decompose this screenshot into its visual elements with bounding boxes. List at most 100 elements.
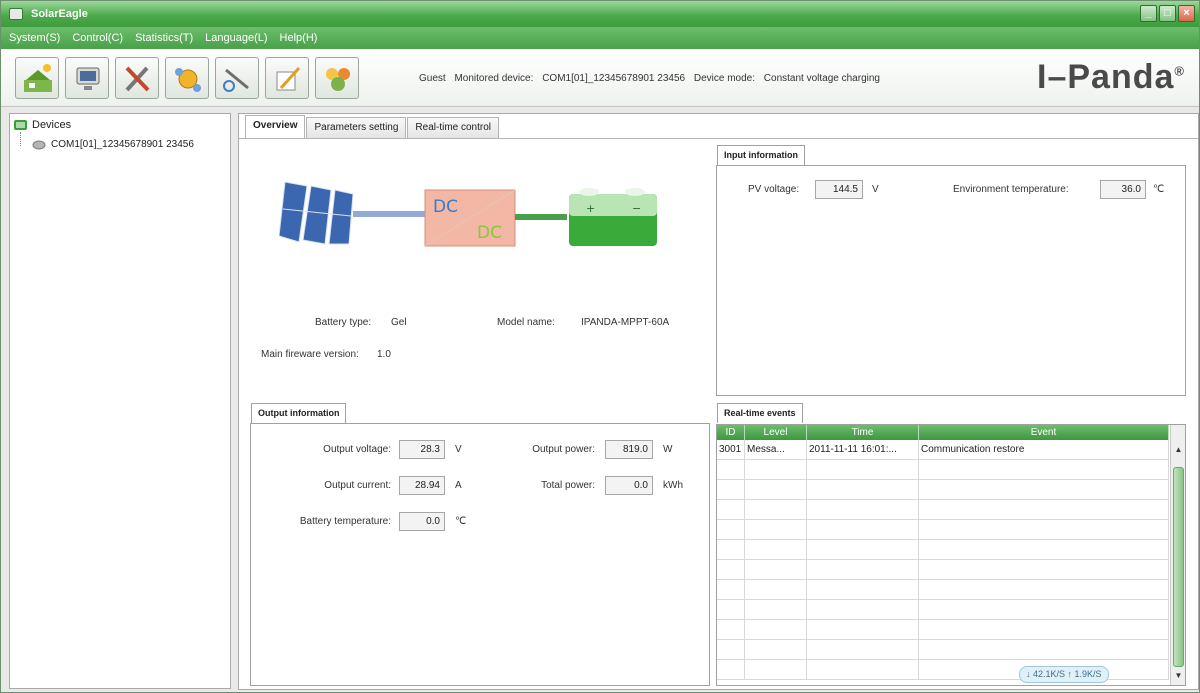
tab-parameters-setting[interactable]: Parameters setting — [306, 117, 407, 138]
tab-bar: Overview Parameters setting Real-time co… — [245, 115, 500, 138]
environment-temperature-label: Environment temperature: — [953, 184, 1069, 195]
users-button[interactable] — [315, 57, 359, 99]
output-current-label: Output current: — [324, 480, 391, 491]
tree-connector — [20, 132, 21, 146]
total-power-field[interactable]: 0.0 — [605, 476, 653, 495]
firmware-version-value: 1.0 — [377, 349, 391, 360]
model-name-label: Model name: — [497, 317, 555, 328]
tree-root-devices[interactable]: Devices — [14, 118, 71, 131]
tree-root-label: Devices — [32, 118, 72, 131]
output-voltage-label: Output voltage: — [323, 444, 391, 455]
tree-item-device[interactable]: COM1[01]_12345678901 23456 — [32, 139, 194, 150]
tree-item-label: COM1[01]_12345678901 23456 — [51, 139, 194, 150]
network-speed-badge: ↓ 42.1K/S ↑ 1.9K/S — [1019, 666, 1109, 683]
maximize-button[interactable]: □ — [1159, 5, 1176, 22]
real-time-events-tab[interactable]: Real-time events — [717, 403, 803, 423]
edit-document-button[interactable] — [265, 57, 309, 99]
output-current-field[interactable]: 28.94 — [399, 476, 445, 495]
pv-voltage-unit: V — [872, 184, 879, 195]
input-info-panel: PV voltage: 144.5 V Environment temperat… — [716, 165, 1186, 396]
menu-system[interactable]: System(S) — [9, 32, 60, 44]
table-row[interactable] — [717, 500, 1169, 520]
firmware-version-label: Main fireware version: — [261, 349, 359, 360]
table-row[interactable] — [717, 520, 1169, 540]
table-row[interactable] — [717, 480, 1169, 500]
table-row[interactable]: 3001 Messa... 2011-11-11 16:01:... Commu… — [717, 440, 1169, 460]
scroll-down-icon[interactable]: ▼ — [1174, 671, 1183, 680]
app-icon — [9, 8, 23, 20]
battery-icon: + − — [569, 188, 657, 246]
network-config-button[interactable] — [165, 57, 209, 99]
brand-logo: I–Panda® — [1037, 58, 1185, 96]
battery-minus: − — [632, 202, 641, 215]
menu-control[interactable]: Control(C) — [72, 32, 123, 44]
table-row[interactable] — [717, 560, 1169, 580]
monitor-device-icon — [76, 67, 100, 90]
output-current-unit: A — [455, 480, 462, 491]
column-id[interactable]: ID — [717, 425, 745, 440]
model-name-value: IPANDA-MPPT-60A — [581, 317, 670, 328]
window-title: SolarEagle — [31, 8, 88, 20]
scroll-thumb[interactable] — [1173, 467, 1184, 667]
monitored-device-value: COM1[01]_12345678901 23456 — [542, 73, 686, 84]
menu-help[interactable]: Help(H) — [280, 32, 318, 44]
total-power-label: Total power: — [541, 480, 595, 491]
app-window: SolarEagle _ □ × System(S) Control(C) St… — [0, 0, 1200, 693]
close-button[interactable]: × — [1178, 5, 1195, 22]
table-row[interactable] — [717, 600, 1169, 620]
scroll-up-icon[interactable]: ▲ — [1174, 445, 1183, 454]
tab-real-time-control[interactable]: Real-time control — [407, 117, 500, 138]
network-config-icon — [175, 68, 201, 92]
column-time[interactable]: Time — [807, 425, 919, 440]
solar-station-icon — [24, 64, 52, 92]
output-voltage-field[interactable]: 28.3 — [399, 440, 445, 459]
minimize-button[interactable]: _ — [1140, 5, 1157, 22]
output-info-tab[interactable]: Output information — [251, 403, 347, 423]
environment-temperature-unit: ℃ — [1153, 184, 1165, 195]
monitor-device-button[interactable] — [65, 57, 109, 99]
table-row[interactable] — [717, 580, 1169, 600]
connection-status: Guest Monitored device: COM1[01]_1234567… — [419, 73, 886, 84]
battery-temperature-label: Battery temperature: — [299, 516, 391, 527]
events-table: ID Level Time Event 3001 Messa... 2011-1… — [716, 424, 1186, 686]
table-row[interactable] — [717, 460, 1169, 480]
output-info-panel: Output voltage: 28.3 V Output current: 2… — [250, 423, 710, 686]
tools-button[interactable] — [115, 57, 159, 99]
device-node-icon — [32, 140, 46, 149]
tab-overview[interactable]: Overview — [245, 115, 306, 138]
device-mode-label: Device mode: — [693, 73, 756, 84]
event-time: 2011-11-11 16:01:... — [807, 440, 919, 459]
output-power-field[interactable]: 819.0 — [605, 440, 653, 459]
tab-divider — [239, 138, 1198, 139]
battery-link — [515, 214, 567, 220]
pv-voltage-field[interactable]: 144.5 — [815, 180, 863, 199]
menu-language[interactable]: Language(L) — [205, 32, 267, 44]
toolbar: Guest Monitored device: COM1[01]_1234567… — [1, 49, 1199, 107]
events-header: ID Level Time Event — [717, 425, 1169, 440]
edit-document-icon — [276, 66, 301, 91]
solar-station-button[interactable] — [15, 57, 59, 99]
column-event[interactable]: Event — [919, 425, 1169, 440]
environment-temperature-field[interactable]: 36.0 — [1100, 180, 1146, 199]
devices-folder-icon — [14, 120, 27, 130]
user-role: Guest — [419, 73, 446, 84]
total-power-unit: kWh — [663, 480, 683, 491]
wrench-settings-button[interactable] — [215, 57, 259, 99]
device-tree: Devices COM1[01]_12345678901 23456 — [9, 113, 231, 689]
event-text: Communication restore — [919, 440, 1169, 459]
output-power-unit: W — [663, 444, 673, 455]
input-info-tab[interactable]: Input information — [717, 145, 805, 165]
column-level[interactable]: Level — [745, 425, 807, 440]
dc-output-label: DC — [477, 223, 502, 243]
events-scrollbar[interactable]: ▲ ▼ — [1170, 425, 1185, 685]
table-row[interactable] — [717, 540, 1169, 560]
battery-temperature-field[interactable]: 0.0 — [399, 512, 445, 531]
menu-bar: System(S) Control(C) Statistics(T) Langu… — [1, 27, 1199, 49]
pv-link — [353, 211, 425, 217]
menu-statistics[interactable]: Statistics(T) — [135, 32, 193, 44]
monitored-device-label: Monitored device: — [454, 73, 534, 84]
title-bar: SolarEagle _ □ × — [1, 1, 1199, 27]
table-row[interactable] — [717, 620, 1169, 640]
table-row[interactable] — [717, 640, 1169, 660]
splitter-handle[interactable] — [233, 113, 237, 689]
